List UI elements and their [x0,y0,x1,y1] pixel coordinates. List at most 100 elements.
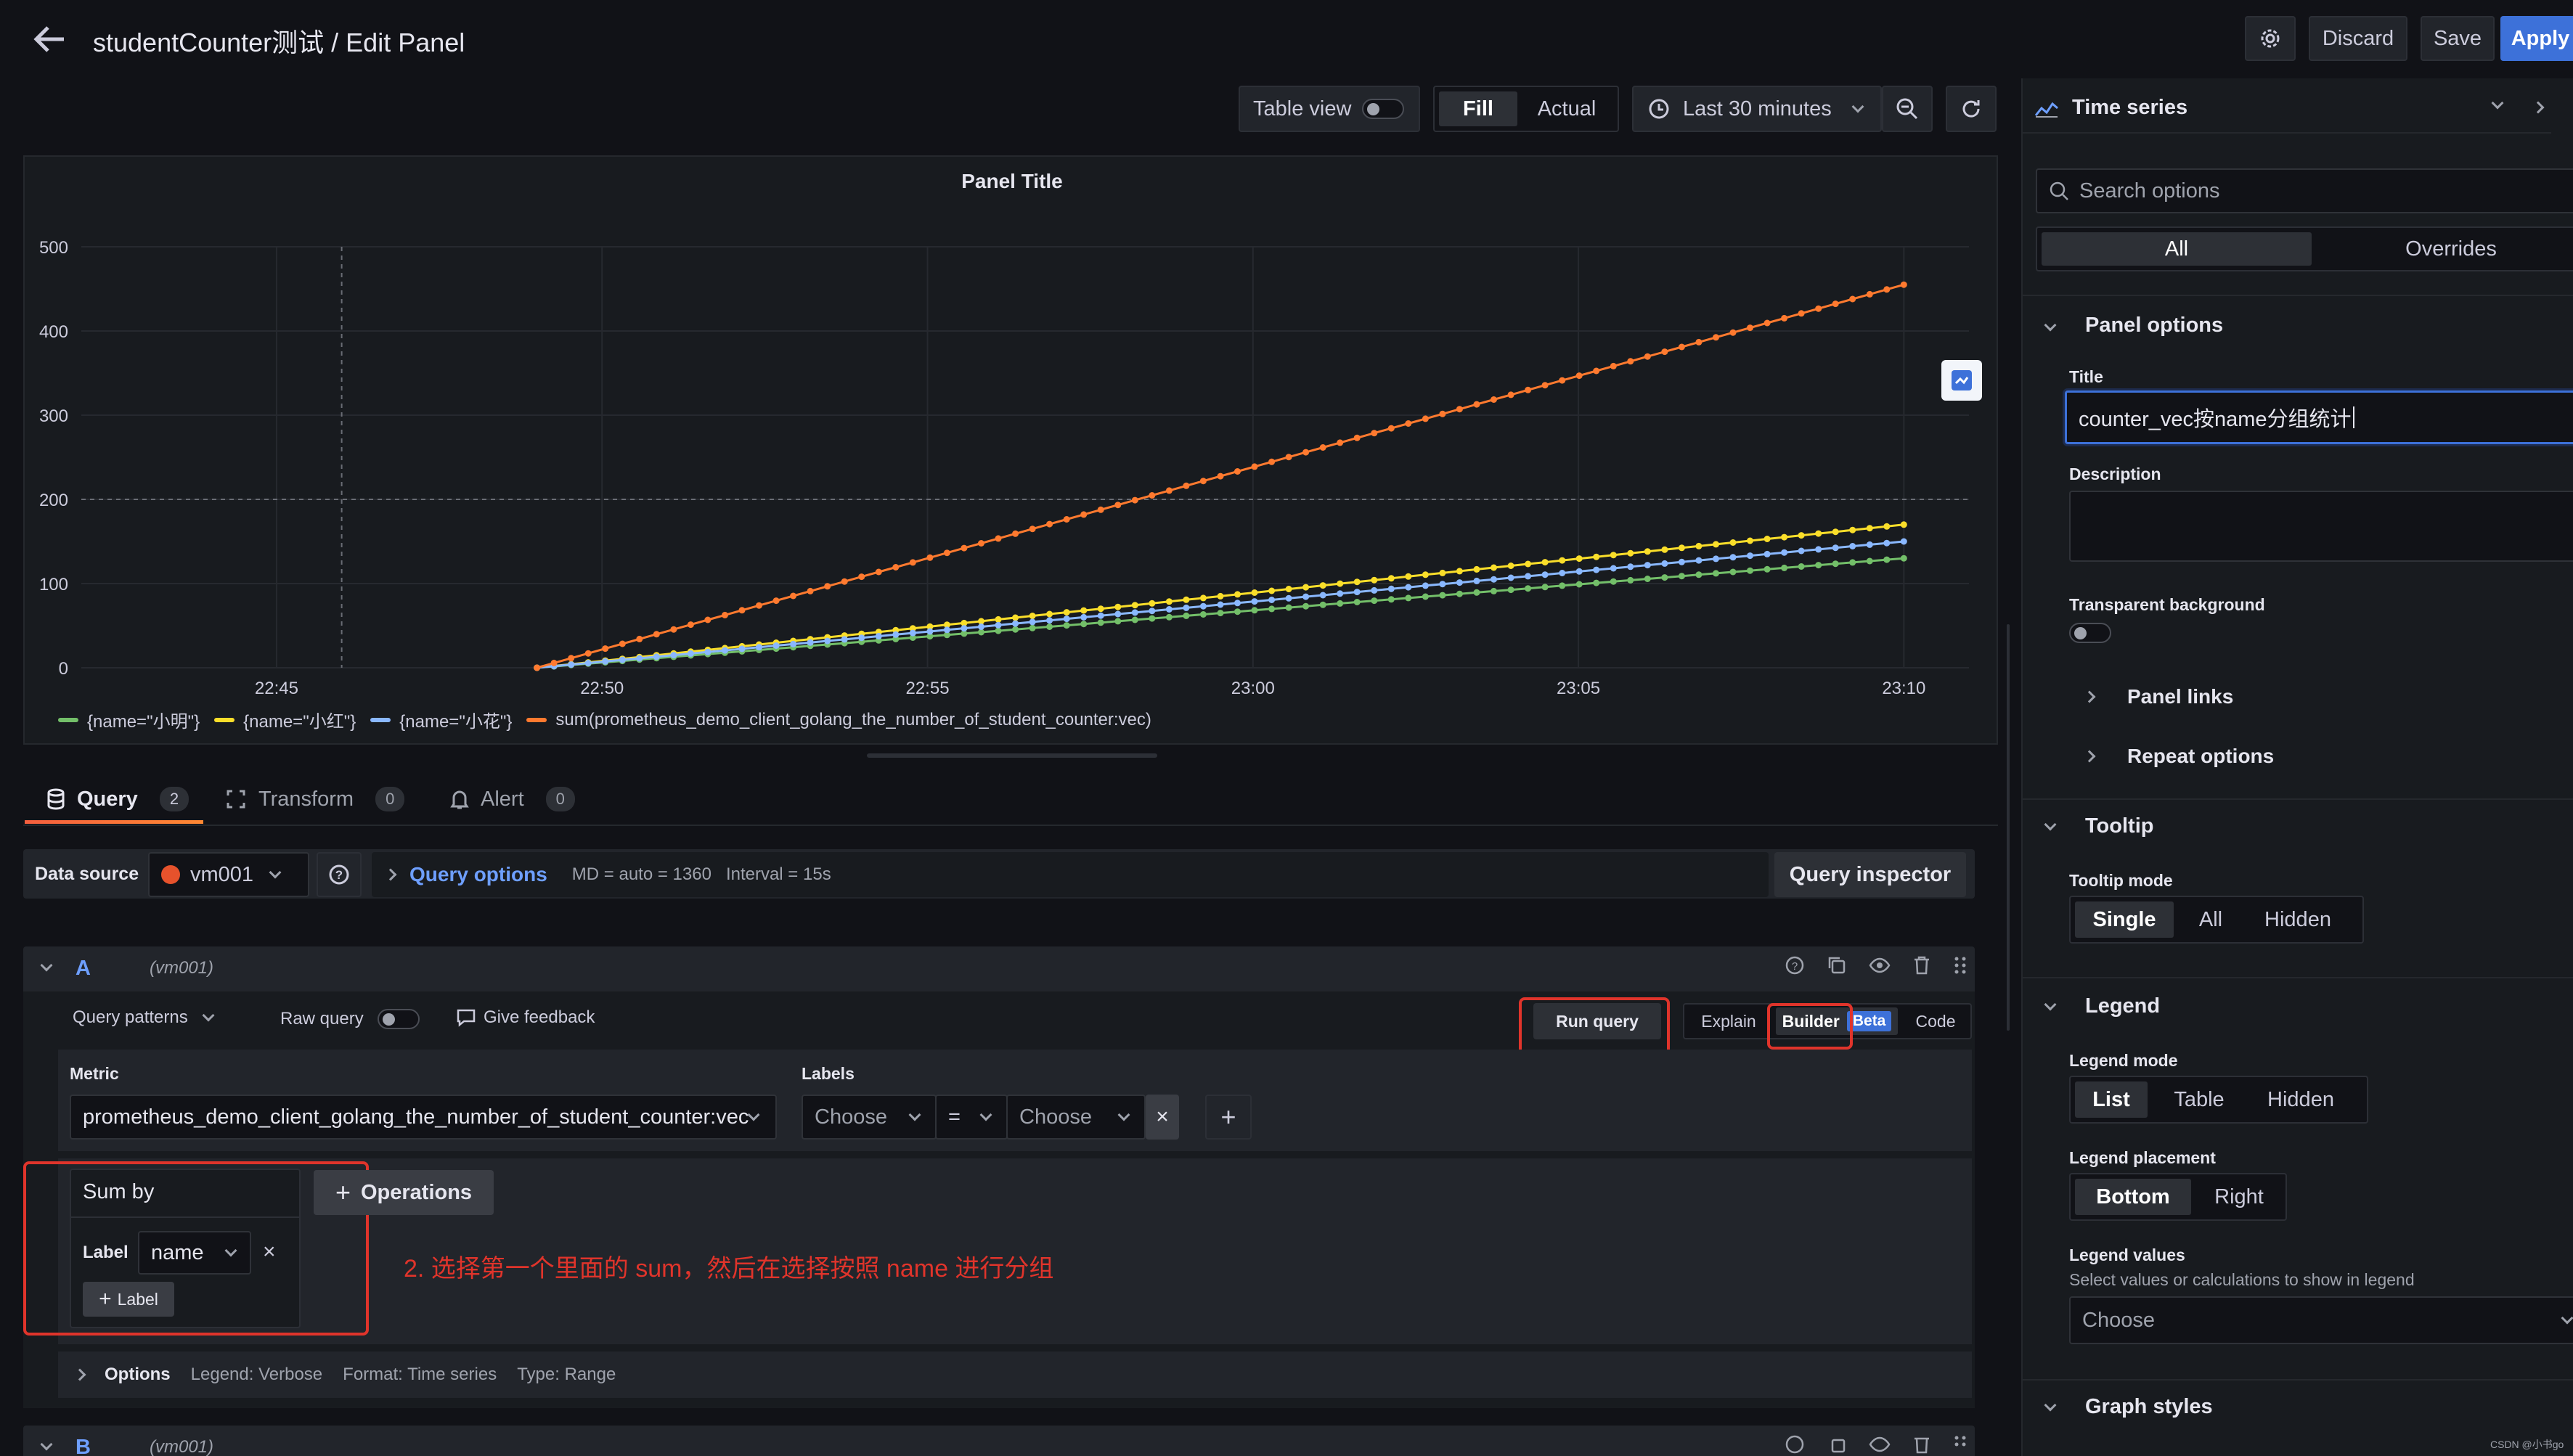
label-value-select[interactable]: Choose [1006,1095,1146,1140]
label-name-select[interactable]: Choose [802,1095,937,1140]
description-textarea[interactable] [2069,491,2573,562]
trash-icon[interactable] [1912,1434,1931,1455]
tab-transform[interactable]: Transform 0 [225,775,405,823]
legend-values-select[interactable]: Choose [2069,1296,2573,1344]
save-button[interactable]: Save [2421,16,2495,61]
visualization-picker[interactable]: Time series [2021,83,2551,134]
tooltip-all-option[interactable]: All [2178,897,2243,942]
give-feedback-link[interactable]: Give feedback [456,1007,595,1028]
add-operations-button[interactable]: + Operations [314,1170,494,1215]
remove-label-filter-button[interactable]: × [1146,1095,1179,1140]
description-label: Description [2069,465,2161,483]
legend-hidden-option[interactable]: Hidden [2246,1077,2355,1122]
query-options-toggle[interactable]: Query options MD = auto = 1360 Interval … [372,852,1769,897]
overrides-option[interactable]: Overrides [2316,228,2573,270]
legend-format: Legend: Verbose [190,1365,323,1384]
series-point [1405,584,1412,591]
query-type: Type: Range [517,1365,616,1384]
table-view-switch[interactable] [1362,99,1404,119]
tab-alert[interactable]: Alert 0 [450,775,575,823]
query-patterns-dropdown[interactable]: Query patterns [73,1007,215,1028]
repeat-options-header[interactable]: Repeat options [2127,745,2274,768]
series-point [636,655,643,662]
series-point [1234,600,1241,607]
series-point [1319,592,1326,599]
legend-item[interactable]: {name="小红"} [214,707,356,732]
legend-item[interactable]: sum(prometheus_demo_client_golang_the_nu… [526,710,1151,730]
series-point [1199,478,1207,485]
eye-icon[interactable] [1869,955,1891,976]
legend-mode-selector[interactable]: List Table Hidden [2069,1076,2368,1124]
editor-splitter[interactable] [2007,624,2010,1031]
tab-query[interactable]: Query 2 [25,775,203,823]
query-a-options-row[interactable]: Options Legend: Verbose Format: Time ser… [58,1351,1972,1398]
time-range-picker[interactable]: Last 30 minutes [1632,86,1882,132]
duplicate-icon[interactable] [1827,955,1847,976]
page-title: studentCounter测试 / Edit Panel [93,28,465,57]
title-input[interactable]: counter_vec按name分组统计 [2065,390,2573,444]
legend-placement-selector[interactable]: Bottom Right [2069,1173,2287,1221]
resize-handle[interactable] [867,753,1157,758]
y-tick-label: 100 [39,575,68,594]
series-point [1387,596,1395,603]
help-icon[interactable]: ? [1785,955,1805,976]
help-icon[interactable] [1785,1434,1805,1455]
settings-button[interactable] [2245,16,2296,61]
legend-table-option[interactable]: Table [2152,1077,2246,1122]
all-option[interactable]: All [2042,232,2312,266]
series-point [995,615,1002,623]
eye-icon[interactable] [1869,1434,1891,1455]
metric-select[interactable]: prometheus_demo_client_golang_the_number… [70,1095,777,1140]
drag-handle-icon[interactable] [1953,955,1968,976]
transparent-background-switch[interactable] [2069,623,2111,643]
code-option[interactable]: Code [1901,1005,1970,1038]
legend-list-option[interactable]: List [2075,1081,2148,1118]
actual-option[interactable]: Actual [1522,87,1612,131]
legend-header[interactable]: Legend [2085,994,2160,1018]
label-operator-select[interactable]: = [935,1095,1008,1140]
series-point [1080,511,1088,518]
series-point [1695,571,1703,578]
legend-bottom-option[interactable]: Bottom [2075,1179,2191,1215]
panel-options-header[interactable]: Panel options [2085,314,2223,338]
tooltip-single-option[interactable]: Single [2075,901,2174,938]
refresh-button[interactable] [1946,86,1997,132]
x-tick-label: 22:45 [255,679,298,698]
series-point [961,625,968,632]
apply-button[interactable]: Apply [2500,16,2573,61]
legend-item[interactable]: {name="小明"} [58,707,200,732]
datasource-picker[interactable]: vm001 [148,852,309,897]
explain-option[interactable]: Explain [1684,1005,1773,1038]
drag-handle-icon[interactable] [1953,1434,1968,1455]
duplicate-icon[interactable] [1827,1434,1847,1455]
fill-actual-selector[interactable]: Fill Actual [1433,86,1619,132]
raw-query-switch[interactable] [378,1009,420,1029]
table-view-toggle[interactable]: Table view [1239,86,1420,132]
series-point [1781,549,1788,556]
tooltip-hidden-option[interactable]: Hidden [2243,897,2352,942]
add-label-filter-button[interactable]: + [1205,1095,1252,1140]
series-point [1729,539,1737,546]
query-inspector-button[interactable]: Query inspector [1774,852,1966,897]
panel-links-header[interactable]: Panel links [2127,685,2233,708]
chart-thumbnail-icon[interactable] [1941,360,1982,401]
trash-icon[interactable] [1912,955,1931,976]
legend-item[interactable]: {name="小花"} [370,707,512,732]
discard-button[interactable]: Discard [2309,16,2407,61]
collapse-pane-icon[interactable] [2532,101,2545,114]
all-overrides-selector[interactable]: All Overrides [2036,226,2573,271]
graph-styles-header[interactable]: Graph styles [2085,1395,2213,1419]
back-arrow-icon[interactable] [29,20,70,58]
series-point [909,559,916,566]
datasource-help-button[interactable]: ? [317,852,362,897]
fill-option[interactable]: Fill [1439,91,1517,126]
legend-right-option[interactable]: Right [2195,1174,2283,1219]
series-point [995,621,1002,629]
series-point [1900,555,1907,562]
series-point [704,648,711,655]
tooltip-header[interactable]: Tooltip [2085,814,2153,838]
series-point [1422,593,1429,600]
tooltip-mode-selector[interactable]: Single All Hidden [2069,896,2364,944]
search-options-input[interactable]: Search options [2036,168,2573,213]
zoom-out-button[interactable] [1882,86,1933,132]
